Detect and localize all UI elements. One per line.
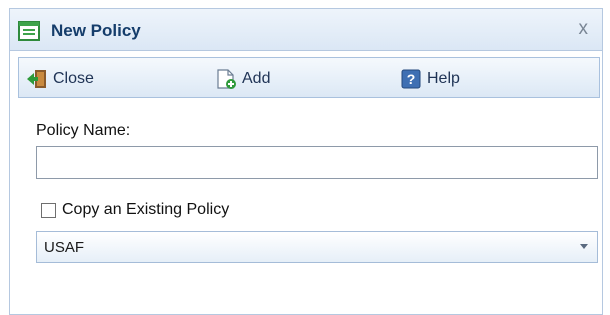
dialog-toolbar: Close Add ? Help <box>18 57 600 98</box>
policy-select-value: USAF <box>44 238 85 256</box>
copy-policy-row: Copy an Existing Policy <box>41 199 229 221</box>
policy-select[interactable]: USAF <box>36 231 598 263</box>
policy-name-label: Policy Name: <box>36 122 131 139</box>
add-button-label: Add <box>242 70 271 87</box>
copy-policy-label[interactable]: Copy an Existing Policy <box>62 201 229 219</box>
form-icon <box>18 21 40 41</box>
chevron-down-icon[interactable] <box>580 244 588 249</box>
help-button[interactable]: ? Help <box>400 67 460 91</box>
policy-name-input[interactable] <box>36 146 598 179</box>
exit-icon <box>27 70 46 88</box>
dialog-title: New Policy <box>51 21 141 40</box>
dialog-titlebar: New Policy x <box>10 9 602 51</box>
help-icon: ? <box>401 69 421 89</box>
help-button-label: Help <box>427 70 460 87</box>
copy-policy-checkbox[interactable] <box>41 202 56 218</box>
new-policy-dialog: New Policy x Close Add ? Help Policy Nam… <box>9 8 603 315</box>
add-button[interactable]: Add <box>215 67 270 91</box>
close-button-label: Close <box>53 70 94 87</box>
svg-text:?: ? <box>407 71 416 87</box>
close-button[interactable]: Close <box>26 67 94 91</box>
add-document-icon <box>217 69 236 89</box>
dialog-close-icon[interactable]: x <box>579 18 589 40</box>
